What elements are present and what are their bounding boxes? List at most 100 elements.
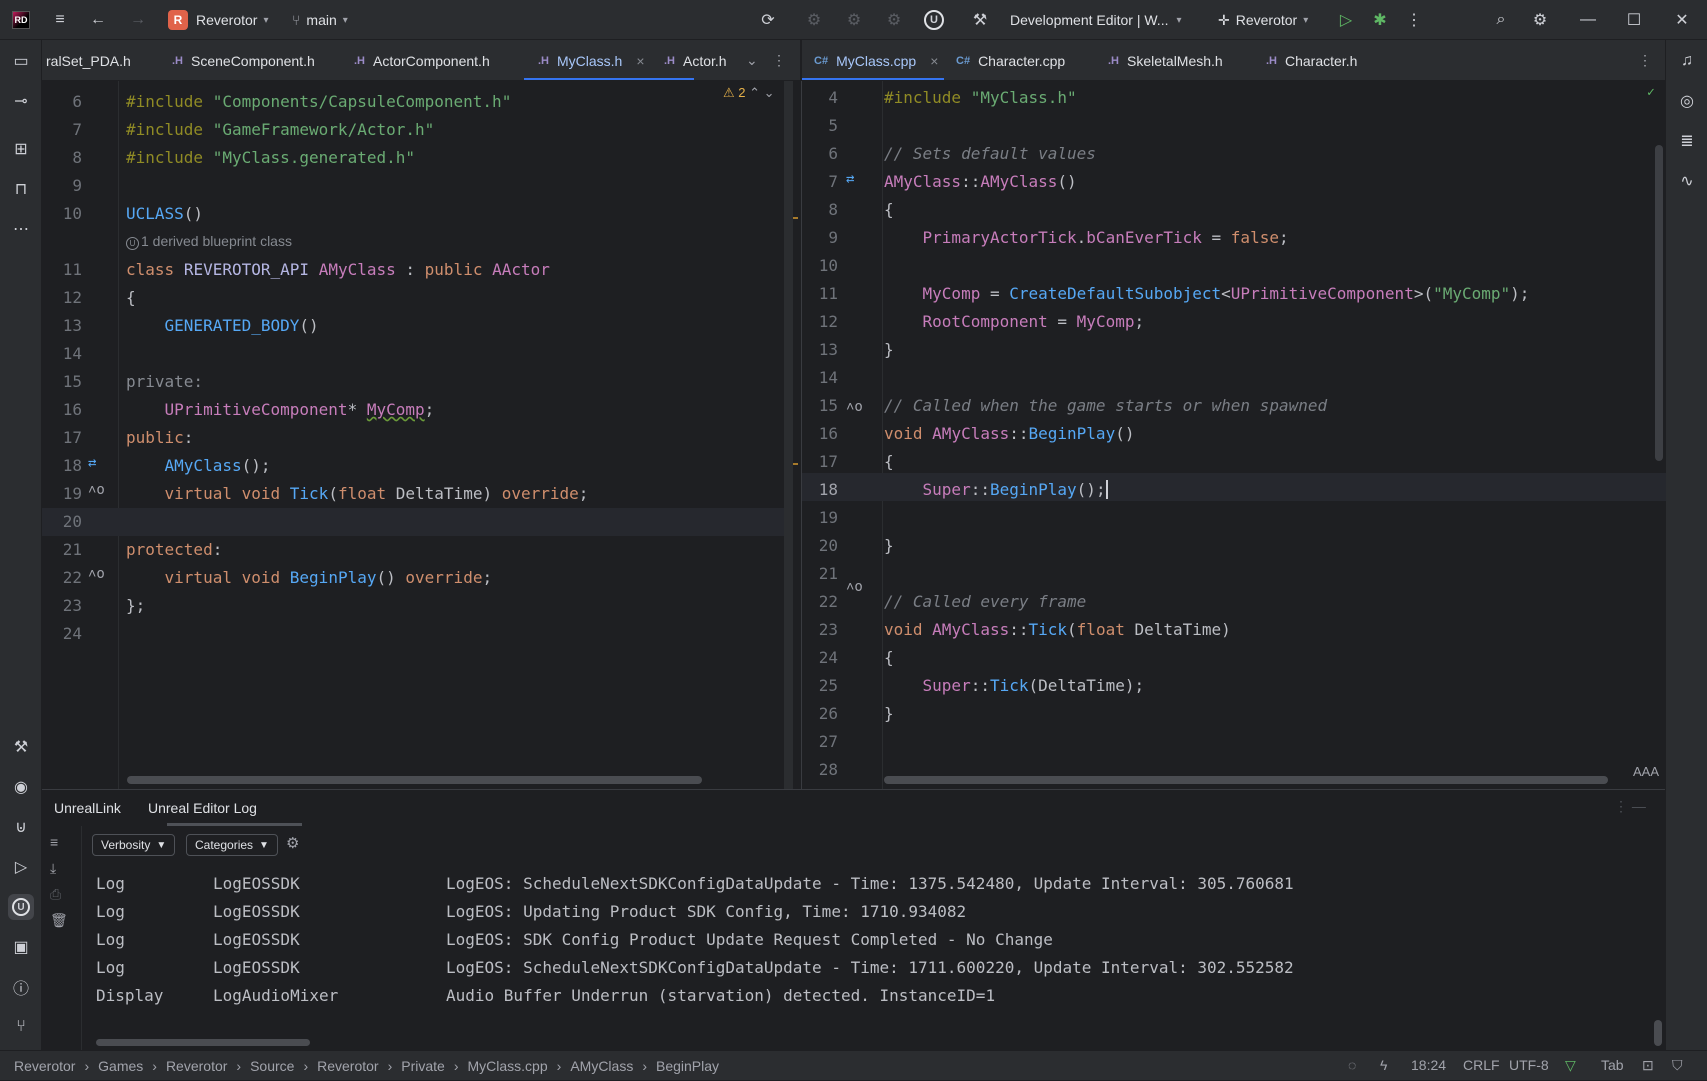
structure-icon[interactable]: ⊞ [8,136,34,162]
tab-left-4[interactable]: .H Actor.h [664,40,727,80]
problems-icon[interactable]: ⓘ [8,974,34,1000]
tab-unreal-link[interactable]: UnrealLink [54,800,121,816]
categories-dropdown[interactable]: Categories ▼ [186,834,278,856]
soft-wrap-icon[interactable]: ≡ [50,834,58,850]
hammer-icon[interactable]: ⚒ [966,0,994,40]
navigate-decl-icon[interactable]: ⇄ [846,171,854,187]
assistant-icon[interactable]: ϟ [1380,1057,1387,1073]
commit-icon[interactable]: ⊸ [8,88,34,114]
ai-assistant-icon[interactable]: ◎ [1674,88,1700,114]
breadcrumb-item[interactable]: Games [98,1058,143,1074]
left-editor[interactable]: ⚠ 2 ⌃ ⌄ 6 7 8 9 10 11 12 13 14 15 16 17 … [42,81,800,789]
breadcrumb-item[interactable]: Reverotor [166,1058,227,1074]
sync-icon[interactable]: ⟳ [754,0,782,40]
build-icon[interactable]: ⚒ [8,734,34,760]
line-ending[interactable]: CRLF [1463,1057,1500,1073]
override-icon[interactable]: ˄o [88,482,105,499]
debug-icon[interactable]: ✱ [1366,0,1394,40]
override-icon[interactable]: ˄o [88,566,105,583]
more-tools-icon[interactable]: ⋯ [8,216,34,242]
encoding[interactable]: UTF-8 [1509,1057,1549,1073]
horizontal-scrollbar[interactable] [96,1039,310,1046]
read-only-icon[interactable]: ⊡ [1642,1057,1654,1074]
breadcrumb-item[interactable]: Reverotor [317,1058,378,1074]
target-selector[interactable]: ✛ Reverotor ▾ [1218,0,1308,40]
back-icon[interactable]: ← [84,0,112,40]
tab-unreal-editor-log[interactable]: Unreal Editor Log [148,800,257,816]
close-icon[interactable]: ✕ [1668,0,1696,40]
bookmark-icon[interactable]: ⊓ [8,176,34,202]
verbosity-dropdown[interactable]: Verbosity ▼ [92,834,176,856]
breadcrumb-item[interactable]: Source [250,1058,294,1074]
line-number: 19 [62,484,82,503]
tab-left-0[interactable]: ralSet_PDA.h [46,40,131,80]
tab-right-2[interactable]: .H SkeletalMesh.h [1108,40,1223,80]
unreal-rebuild-icon[interactable]: ⚙ [840,0,868,40]
breadcrumb-item[interactable]: Reverotor [14,1058,75,1074]
warning-count: 2 [738,85,746,100]
search-icon[interactable]: ⌕ [1487,0,1515,40]
print-icon[interactable]: ⎙ [50,886,61,903]
tab-right-1[interactable]: C# Character.cpp [956,40,1065,80]
unit-tests-icon[interactable]: ⊍ [8,814,34,840]
settings-icon[interactable]: ⚙ [1526,0,1554,40]
log-settings-icon[interactable]: ⚙ [286,834,299,852]
caret-position[interactable]: 18:24 [1411,1057,1446,1073]
unreal-build-icon[interactable]: ⚙ [800,0,828,40]
monitor-icon[interactable]: ∿ [1674,168,1700,194]
scroll-to-end-icon[interactable]: ⤓ [50,860,56,877]
close-icon[interactable]: × [636,53,644,69]
trash-icon[interactable]: 🗑 [50,912,68,929]
more-icon[interactable]: ⋮ [1400,0,1428,40]
line-number: 10 [818,256,838,275]
forward-icon[interactable]: → [124,0,152,40]
background-tasks-icon[interactable]: ◌ [1348,1057,1356,1073]
tab-left-2[interactable]: .H ActorComponent.h [354,40,490,80]
inlay-hint[interactable]: U1 derived blueprint class [126,233,292,250]
chevron-down-icon[interactable]: ⌄ [746,40,758,80]
breadcrumb-item[interactable]: MyClass.cpp [468,1058,548,1074]
shield-icon[interactable]: ⛉ [1672,1057,1683,1074]
breadcrumb-item[interactable]: AMyClass [570,1058,633,1074]
horizontal-scrollbar[interactable] [884,776,1608,784]
run-tool-icon[interactable]: ▷ [8,854,34,880]
vertical-scrollbar[interactable] [1654,1020,1662,1046]
unreal-engine-icon[interactable]: U [920,0,948,40]
warning-indicator[interactable]: ⚠ 2 ⌃ ⌄ [723,85,775,101]
minimize-icon[interactable]: — [1574,0,1602,40]
horizontal-scrollbar[interactable] [127,776,702,784]
override-icon[interactable]: ˄o [846,579,863,596]
indent[interactable]: Tab [1601,1057,1624,1073]
project-selector[interactable]: R Reverotor ▾ [168,0,269,40]
override-icon[interactable]: ˄o [846,399,863,416]
git-icon[interactable]: ⑂ [8,1014,34,1040]
unreal-link-icon[interactable]: U [8,894,34,920]
tab-right-active[interactable]: C# MyClass.cpp × [802,40,944,80]
maximize-icon[interactable]: ☐ [1620,0,1648,40]
database-icon[interactable]: ≣ [1674,128,1700,154]
services-icon[interactable]: ◉ [8,774,34,800]
notifications-icon[interactable]: ♫ [1674,48,1700,74]
main-menu-icon[interactable]: ≡ [46,0,74,40]
breadcrumb-item[interactable]: Private [401,1058,445,1074]
inspection-icon[interactable]: ▽ [1565,1057,1576,1074]
more-icon[interactable]: ⋮ [772,40,786,80]
tab-right-3[interactable]: .H Character.h [1266,40,1357,80]
more-icon[interactable]: ⋮ — [1614,798,1646,815]
run-config-selector[interactable]: Development Editor | W... ▾ [1010,0,1182,40]
right-editor[interactable]: ✓ AAA 4 5 6 7 8 9 10 11 12 13 14 15 16 1… [801,81,1666,789]
tab-label: MyClass.h [557,52,623,69]
terminal-icon[interactable]: ▣ [8,934,34,960]
run-icon[interactable]: ▷ [1332,0,1360,40]
close-icon[interactable]: × [930,53,938,69]
line-number: 28 [818,760,838,779]
navigate-impl-icon[interactable]: ⇄ [88,455,96,471]
branch-selector[interactable]: ⑂ main ▾ [292,0,348,40]
unreal-clean-icon[interactable]: ⚙ [880,0,908,40]
reader-mode-toggle[interactable]: AAA [1633,764,1659,779]
tab-left-1[interactable]: .H SceneComponent.h [172,40,315,80]
folder-icon[interactable]: ▭ [8,48,34,74]
breadcrumb-item[interactable]: BeginPlay [656,1058,719,1074]
vertical-scrollbar[interactable] [1655,145,1663,461]
more-icon[interactable]: ⋮ [1638,40,1652,80]
